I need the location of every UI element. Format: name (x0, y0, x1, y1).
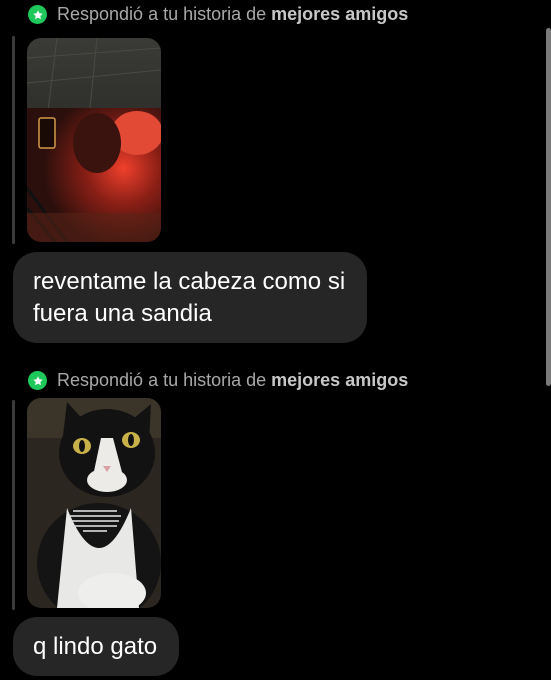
close-friends-star-icon (28, 5, 47, 24)
message-text-line: fuera una sandia (33, 300, 212, 327)
story-reply-header: Respondió a tu historia de mejores amigo… (28, 370, 408, 391)
story-reply-indicator (12, 400, 15, 610)
story-thumbnail[interactable] (27, 38, 161, 242)
reply-header-text: Respondió a tu historia de (57, 4, 267, 24)
story-thumbnail[interactable] (27, 398, 161, 608)
close-friends-star-icon (28, 371, 47, 390)
message-text-line: q lindo gato (33, 633, 158, 660)
reply-header-text: Respondió a tu historia de (57, 370, 267, 390)
scrollbar[interactable] (546, 28, 551, 386)
reply-header-audience: mejores amigos (271, 370, 409, 390)
story-reply-indicator (12, 36, 15, 244)
story-reply-header: Respondió a tu historia de mejores amigo… (28, 4, 408, 25)
message-bubble[interactable]: q lindo gato (13, 617, 180, 676)
message-bubble[interactable]: reventame la cabeza como si fuera una sa… (13, 252, 368, 343)
reply-header-audience: mejores amigos (271, 4, 409, 24)
message-text-line: reventame la cabeza como si (33, 268, 346, 295)
